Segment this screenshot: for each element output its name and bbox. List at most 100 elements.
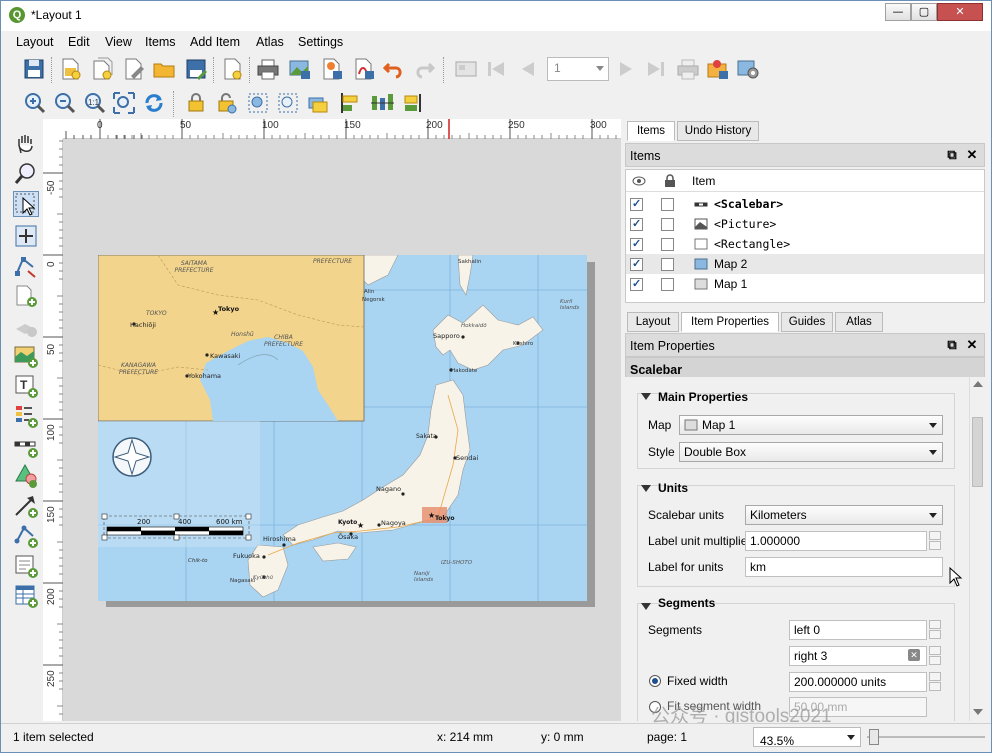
- lock-checkbox[interactable]: [661, 258, 674, 271]
- zoom-full-button[interactable]: [111, 90, 137, 116]
- visibility-checkbox[interactable]: [630, 237, 643, 251]
- label-units-input[interactable]: km: [745, 557, 943, 577]
- visibility-checkbox[interactable]: [630, 257, 643, 271]
- menu-atlas[interactable]: Atlas: [256, 35, 284, 49]
- left-segments-spinner[interactable]: [929, 620, 943, 640]
- export-svg-button[interactable]: [319, 56, 345, 82]
- redo-button[interactable]: [411, 56, 437, 82]
- menu-view[interactable]: View: [105, 35, 132, 49]
- collapse-arrow-icon[interactable]: [641, 393, 651, 400]
- tab-layout[interactable]: Layout: [627, 312, 679, 332]
- zoom-select[interactable]: 43.5%: [753, 727, 861, 748]
- next-feature-button[interactable]: [613, 56, 639, 82]
- add-pages-tool[interactable]: [13, 283, 39, 309]
- add-scalebar-tool[interactable]: [13, 433, 39, 459]
- previous-feature-button[interactable]: [515, 56, 541, 82]
- lock-checkbox[interactable]: [661, 198, 674, 211]
- zoom-slider[interactable]: [867, 729, 985, 745]
- layout-canvas[interactable]: ★ ★ ★ SAITAMA PREFECTURE PREFECTURE TOKYO …: [63, 139, 621, 721]
- label-multiplier-spinner[interactable]: [929, 531, 943, 551]
- lock-checkbox[interactable]: [661, 278, 674, 291]
- new-layout-button[interactable]: [57, 56, 83, 82]
- undo-button[interactable]: [381, 56, 407, 82]
- add-3d-map-tool[interactable]: [13, 313, 39, 339]
- menu-edit[interactable]: Edit: [68, 35, 90, 49]
- collapse-arrow-icon[interactable]: [641, 603, 651, 610]
- select-move-tool[interactable]: [13, 191, 39, 217]
- left-segments-input[interactable]: left 0: [789, 620, 927, 640]
- fixed-width-spinner[interactable]: [929, 672, 943, 692]
- menu-settings[interactable]: Settings: [298, 35, 343, 49]
- atlas-page-combo[interactable]: 1: [547, 57, 609, 81]
- item-row-map-1[interactable]: Map 1: [626, 274, 984, 294]
- refresh-button[interactable]: [141, 90, 167, 116]
- move-content-tool[interactable]: [13, 223, 39, 249]
- item-row-rectangle[interactable]: <Rectangle>: [626, 234, 984, 254]
- last-feature-button[interactable]: [643, 56, 669, 82]
- save-button[interactable]: [21, 56, 47, 82]
- unlock-items-button[interactable]: [213, 90, 239, 116]
- atlas-preview-button[interactable]: [453, 56, 479, 82]
- add-shape-tool[interactable]: [13, 463, 39, 489]
- zoom-actual-button[interactable]: 1:1: [81, 90, 107, 116]
- save-template-button[interactable]: [183, 56, 209, 82]
- right-segments-input[interactable]: right 3 ✕: [789, 646, 927, 666]
- print-atlas-button[interactable]: [675, 56, 701, 82]
- add-arrow-tool[interactable]: [13, 493, 39, 519]
- add-legend-tool[interactable]: [13, 403, 39, 429]
- add-node-item-tool[interactable]: [13, 523, 39, 549]
- export-image-button[interactable]: [287, 56, 313, 82]
- duplicate-layout-button[interactable]: [89, 56, 115, 82]
- menu-items[interactable]: Items: [145, 35, 176, 49]
- add-html-tool[interactable]: [13, 553, 39, 579]
- collapse-arrow-icon[interactable]: [641, 485, 651, 492]
- visibility-checkbox[interactable]: [630, 277, 643, 291]
- distribute-items-button[interactable]: [369, 90, 395, 116]
- menu-layout[interactable]: Layout: [16, 35, 54, 49]
- tab-guides[interactable]: Guides: [781, 312, 833, 332]
- pan-tool[interactable]: [13, 131, 39, 157]
- atlas-settings-button[interactable]: [735, 56, 761, 82]
- float-panel-icon[interactable]: ⧉: [944, 147, 960, 163]
- ungroup-items-button[interactable]: [275, 90, 301, 116]
- edit-nodes-tool[interactable]: [13, 253, 39, 279]
- scalebar-units-select[interactable]: Kilometers: [745, 505, 943, 525]
- item-row-picture[interactable]: <Picture>: [626, 214, 984, 234]
- fixed-width-radio[interactable]: [649, 675, 661, 687]
- item-row-map-2[interactable]: Map 2: [626, 254, 984, 274]
- first-feature-button[interactable]: [483, 56, 509, 82]
- tab-undo-history[interactable]: Undo History: [677, 121, 759, 141]
- layout-manager-button[interactable]: [121, 56, 147, 82]
- scroll-up-icon[interactable]: [973, 381, 983, 387]
- properties-scrollbar[interactable]: [969, 377, 985, 721]
- close-panel-icon[interactable]: ✕: [964, 147, 980, 163]
- right-segments-spinner[interactable]: [929, 646, 943, 666]
- close-panel-icon[interactable]: ✕: [964, 337, 980, 353]
- export-atlas-button[interactable]: [705, 56, 731, 82]
- print-button[interactable]: [255, 56, 281, 82]
- open-template-button[interactable]: [151, 56, 177, 82]
- align-items-button[interactable]: [337, 90, 363, 116]
- lock-items-button[interactable]: [183, 90, 209, 116]
- tab-items[interactable]: Items: [627, 121, 675, 141]
- zoom-out-button[interactable]: [51, 90, 77, 116]
- zoom-in-button[interactable]: [21, 90, 47, 116]
- tab-atlas[interactable]: Atlas: [835, 312, 883, 332]
- style-select[interactable]: Double Box: [679, 442, 943, 462]
- layout-page[interactable]: ★ ★ ★ SAITAMA PREFECTURE PREFECTURE TOKYO …: [98, 255, 587, 601]
- add-label-tool[interactable]: T: [13, 373, 39, 399]
- close-window-button[interactable]: ✕: [937, 3, 983, 21]
- raise-items-button[interactable]: [305, 90, 331, 116]
- group-items-button[interactable]: [245, 90, 271, 116]
- float-panel-icon[interactable]: ⧉: [944, 337, 960, 353]
- menu-add-item[interactable]: Add Item: [190, 35, 240, 49]
- lock-checkbox[interactable]: [661, 238, 674, 251]
- resize-items-button[interactable]: [401, 90, 427, 116]
- tab-item-properties[interactable]: Item Properties: [681, 312, 779, 332]
- fixed-width-input[interactable]: 200.000000 units: [789, 672, 927, 692]
- zoom-slider-handle[interactable]: [869, 729, 879, 745]
- new-page-button[interactable]: [219, 56, 245, 82]
- label-multiplier-input[interactable]: 1.000000: [745, 531, 927, 551]
- add-map-tool[interactable]: [13, 343, 39, 369]
- export-pdf-button[interactable]: [351, 56, 377, 82]
